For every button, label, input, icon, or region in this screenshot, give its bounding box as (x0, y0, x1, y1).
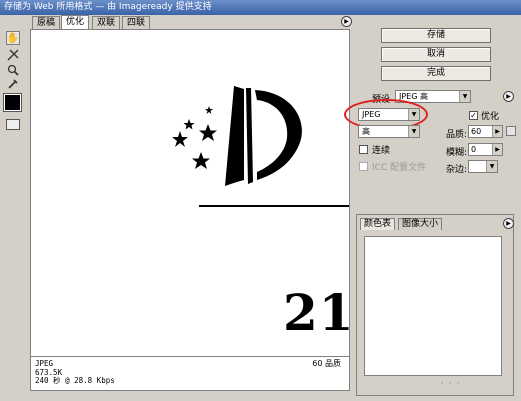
logo-stroke-center (246, 88, 253, 184)
cancel-button[interactable]: 取消 (381, 47, 491, 62)
done-button[interactable]: 完成 (381, 66, 491, 81)
eyedropper-icon[interactable] (6, 77, 20, 91)
logo-curve (255, 90, 302, 180)
progressive-label: 连续 (372, 146, 391, 156)
quality-level-select[interactable]: 高 ▼ (358, 125, 420, 138)
blur-input[interactable]: 0 ▶ (468, 143, 503, 156)
chevron-down-icon: ▼ (486, 161, 497, 172)
tab-optimized[interactable]: 优化 (61, 15, 90, 30)
eyedropper-color-swatch[interactable] (3, 93, 22, 112)
hand-icon[interactable]: ✋ (6, 31, 20, 45)
save-button[interactable]: 存储 (381, 28, 491, 43)
image-preview[interactable]: 210 (30, 29, 350, 357)
quality-label: 品质: (446, 130, 468, 140)
star-icon (205, 106, 213, 114)
quality-input[interactable]: 60 ▶ (468, 125, 503, 138)
matte-label: 杂边: (446, 165, 468, 175)
preview-menu-icon[interactable]: ▶ (341, 16, 352, 27)
quality-input-value: 60 (471, 127, 482, 136)
tab-2up[interactable]: 双联 (92, 16, 121, 29)
star-icon (192, 152, 210, 169)
optimize-checkbox[interactable]: ✓ (469, 111, 478, 120)
info-speed: 240 秒 @ 28.8 Kbps (35, 376, 115, 385)
toggle-slices-icon[interactable] (6, 119, 20, 130)
star-icon (172, 131, 188, 147)
tab-4up[interactable]: 四联 (122, 16, 151, 29)
chevron-right-icon[interactable]: ▶ (492, 144, 502, 155)
slice-select-icon[interactable] (6, 48, 20, 62)
preview-number-text: 210 (283, 283, 349, 342)
info-quality: 60 品质 (312, 359, 341, 368)
blur-label: 模糊: (446, 148, 468, 158)
tab-original[interactable]: 原稿 (32, 16, 61, 29)
star-icon (199, 124, 217, 141)
chevron-down-icon: ▼ (459, 91, 470, 102)
chevron-right-icon[interactable]: ▶ (492, 126, 502, 137)
chevron-down-icon: ▼ (408, 126, 419, 137)
blur-input-value: 0 (471, 145, 477, 154)
optimize-label: 优化 (481, 112, 500, 122)
matte-select[interactable]: ▼ (468, 160, 498, 173)
progressive-checkbox[interactable] (359, 145, 368, 154)
logo-stroke-left (225, 86, 244, 186)
tool-strip: ✋ (0, 15, 26, 401)
optimize-menu-icon[interactable]: ▶ (503, 91, 514, 102)
star-icon (183, 119, 195, 130)
zoom-icon[interactable] (6, 63, 20, 77)
view-tabs: 原稿 优化 双联 四联 (30, 15, 351, 30)
color-table-area[interactable] (364, 236, 502, 376)
tab-image-size[interactable]: 图像大小 (398, 218, 443, 230)
icc-profile-checkbox[interactable] (359, 162, 368, 171)
divider-line (199, 205, 349, 207)
quality-mask-icon[interactable] (506, 126, 516, 136)
tab-color-table[interactable]: 颜色表 (360, 218, 396, 230)
color-table-action-icons[interactable]: ◦◦◦ (440, 380, 464, 388)
color-table-menu-icon[interactable]: ▶ (503, 218, 514, 229)
quality-level-value: 高 (362, 127, 370, 136)
icc-profile-label: ICC 配置文件 (372, 163, 427, 173)
preview-info-bar: JPEG 673.5K 240 秒 @ 28.8 Kbps 60 品质 (30, 357, 350, 391)
info-format: JPEG (35, 359, 54, 368)
window-title: 存储为 Web 所用格式 — 由 Imageready 提供支持 (0, 0, 521, 15)
